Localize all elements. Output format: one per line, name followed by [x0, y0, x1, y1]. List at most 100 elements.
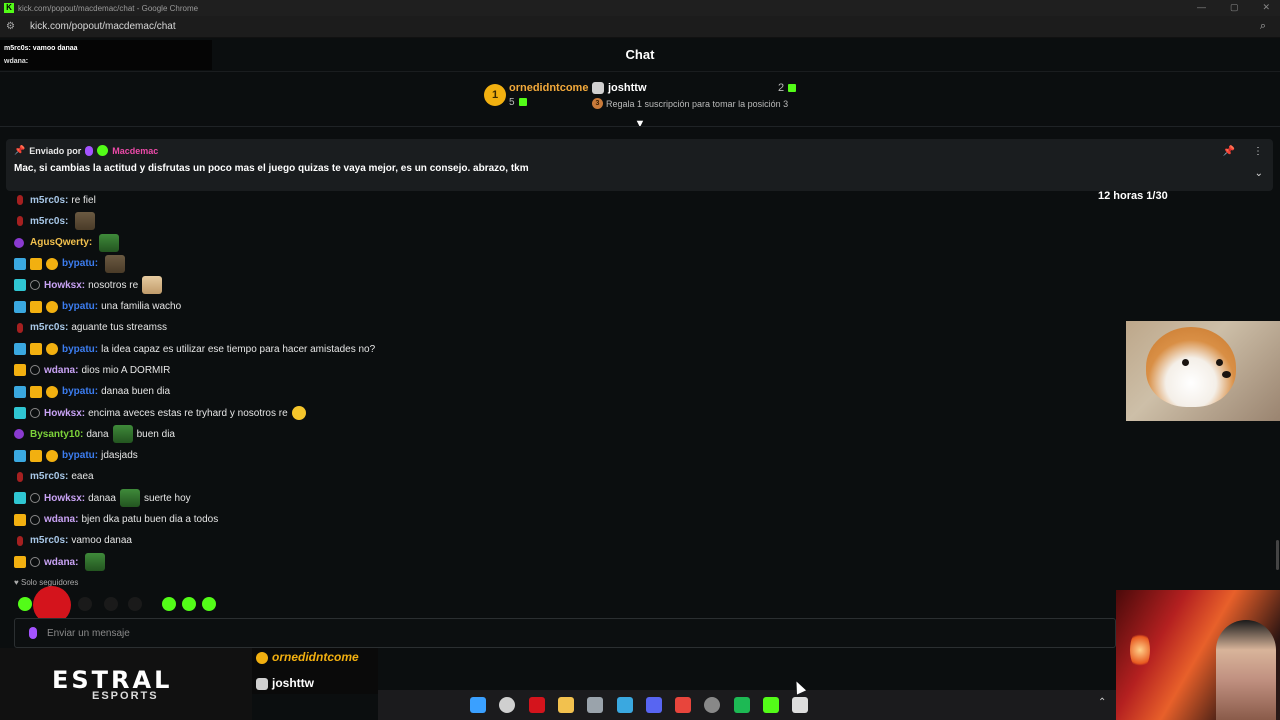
chat-username[interactable]: bypatu:	[62, 301, 98, 312]
crown-badge-icon	[14, 513, 26, 526]
ag-badge-icon	[14, 237, 24, 248]
mic-badge-icon	[17, 471, 23, 482]
address-bar[interactable]: ⚙ kick.com/popout/macdemac/chat ⌕	[0, 16, 1280, 38]
leader-2-name[interactable]: joshttw	[608, 82, 647, 94]
chat-username[interactable]: Bysanty10:	[30, 429, 83, 440]
crown-badge-icon	[30, 343, 42, 356]
emote-icon[interactable]	[104, 597, 118, 611]
pinned-author[interactable]: Macdemac	[112, 146, 158, 156]
emote-icon[interactable]	[78, 597, 92, 611]
ring-badge-icon	[30, 493, 40, 504]
windows-start-icon[interactable]	[470, 697, 486, 713]
chrome-icon[interactable]	[675, 697, 692, 713]
grid-badge-icon	[14, 279, 26, 292]
chat-text: danaa	[88, 492, 116, 504]
chat-username[interactable]: bypatu:	[62, 450, 98, 461]
msi-icon[interactable]	[528, 697, 545, 713]
chat-username[interactable]: wdana:	[44, 557, 78, 568]
frog-emote-icon	[119, 489, 140, 508]
sub-badge-icon	[46, 257, 58, 270]
pinned-text: Mac, si cambias la actitud y disfrutas u…	[14, 163, 529, 174]
minimize-icon[interactable]: —	[1197, 2, 1206, 13]
mic-badge-icon	[29, 627, 37, 639]
unpin-icon[interactable]: 📌	[1223, 146, 1235, 157]
emote-icon[interactable]	[128, 597, 142, 611]
chat-text: la idea capaz es utilizar ese tiempo par…	[101, 343, 376, 355]
corgi-eye	[1182, 359, 1189, 366]
expand-leaderboard-icon[interactable]: ▼	[633, 119, 647, 131]
estral-esports-logo: ESTRAL ESPORTS	[0, 648, 252, 720]
gold-medal-icon: 1	[484, 84, 506, 106]
kick-icon[interactable]	[763, 697, 779, 713]
emote-icon[interactable]	[182, 597, 196, 611]
leader-1-count: 5	[509, 97, 527, 108]
chat-username[interactable]: bypatu:	[62, 386, 98, 397]
browser-icon[interactable]	[792, 697, 809, 713]
chat-message: AgusQwerty:	[14, 233, 123, 253]
chat-username[interactable]: Howksx:	[44, 280, 85, 291]
emote-icon[interactable]	[162, 597, 176, 611]
crown-badge-icon	[14, 364, 26, 377]
emote-icon[interactable]	[18, 597, 32, 611]
chat-username[interactable]: m5rc0s:	[30, 471, 68, 482]
cat-emote-icon	[105, 254, 126, 273]
ag-badge-icon	[14, 429, 24, 440]
chat-username[interactable]: bypatu:	[62, 258, 98, 269]
chat-message: Howksx: nosotros re	[14, 275, 166, 295]
site-settings-icon[interactable]: ⚙	[6, 21, 22, 32]
url-text[interactable]: kick.com/popout/macdemac/chat	[30, 21, 176, 32]
window-title: kick.com/popout/macdemac/chat - Google C…	[18, 3, 199, 13]
leader-1-name[interactable]: ornedidntcome	[509, 82, 588, 94]
app-icon[interactable]	[587, 697, 604, 713]
chat-message-input[interactable]	[47, 627, 947, 639]
chat-text: vamoo danaa	[71, 535, 132, 547]
spotify-icon[interactable]	[733, 697, 750, 713]
gift-alerts: ornedidntcome joshttw	[252, 648, 378, 694]
chat-text: re fiel	[71, 194, 96, 206]
overlay-chat-line: m5rc0s: vamoo danaa	[4, 45, 78, 52]
discord-icon[interactable]	[645, 697, 662, 713]
chat-message: wdana: dios mio A DORMIR	[14, 360, 170, 380]
chat-text: dios mio A DORMIR	[81, 364, 171, 376]
overlay-chat: m5rc0s: vamoo danaa wdana:	[0, 40, 212, 70]
windows-taskbar	[378, 690, 1116, 720]
zoom-icon[interactable]: ⌕	[1260, 20, 1266, 33]
edge-icon[interactable]	[616, 697, 633, 713]
chat-username[interactable]: m5rc0s:	[30, 195, 68, 206]
chat-username[interactable]: AgusQwerty:	[30, 237, 92, 248]
chat-username[interactable]: bypatu:	[62, 344, 98, 355]
chat-message: Howksx: encima aveces estas re tryhard y …	[14, 403, 306, 423]
scrollbar[interactable]	[1276, 540, 1279, 570]
chevron-down-icon[interactable]: ⌄	[1255, 168, 1263, 179]
chat-text: nosotros re	[88, 279, 139, 291]
emote-icon[interactable]	[202, 597, 216, 611]
search-icon[interactable]	[499, 697, 516, 713]
chat-username[interactable]: Howksx:	[44, 493, 85, 504]
chat-text: suerte hoy	[143, 492, 191, 504]
chat-username[interactable]: m5rc0s:	[30, 216, 68, 227]
chat-username[interactable]: wdana:	[44, 514, 78, 525]
corgi-image	[1126, 321, 1280, 421]
more-options-icon[interactable]: ⋮	[1253, 146, 1263, 157]
close-icon[interactable]: ✕	[1262, 2, 1270, 13]
chat-message: wdana: bjen dka patu buen dia a todos	[14, 510, 218, 530]
bolt-badge-icon	[14, 449, 26, 462]
chevron-up-icon[interactable]: ⌃	[1098, 697, 1106, 708]
chat-message: m5rc0s: eaea	[14, 467, 94, 487]
corgi-nose	[1222, 371, 1231, 378]
chat-input-box[interactable]	[14, 618, 1116, 648]
ring-badge-icon	[30, 280, 40, 291]
bolt-badge-icon	[14, 257, 26, 270]
chat-username[interactable]: m5rc0s:	[30, 322, 68, 333]
chat-username[interactable]: wdana:	[44, 365, 78, 376]
chat-text: encima aveces estas re tryhard y nosotro…	[88, 407, 288, 419]
chat-username[interactable]: m5rc0s:	[30, 535, 68, 546]
chat-text: jdasjads	[101, 450, 138, 462]
maximize-icon[interactable]: ▢	[1230, 2, 1239, 13]
chat-message: bypatu: danaa buen dia	[14, 382, 170, 402]
folder-icon[interactable]	[557, 697, 574, 713]
window-controls: — ▢ ✕	[1197, 2, 1270, 13]
obs-icon[interactable]	[704, 697, 721, 713]
chat-username[interactable]: Howksx:	[44, 408, 85, 419]
crown-badge-icon	[30, 385, 42, 398]
